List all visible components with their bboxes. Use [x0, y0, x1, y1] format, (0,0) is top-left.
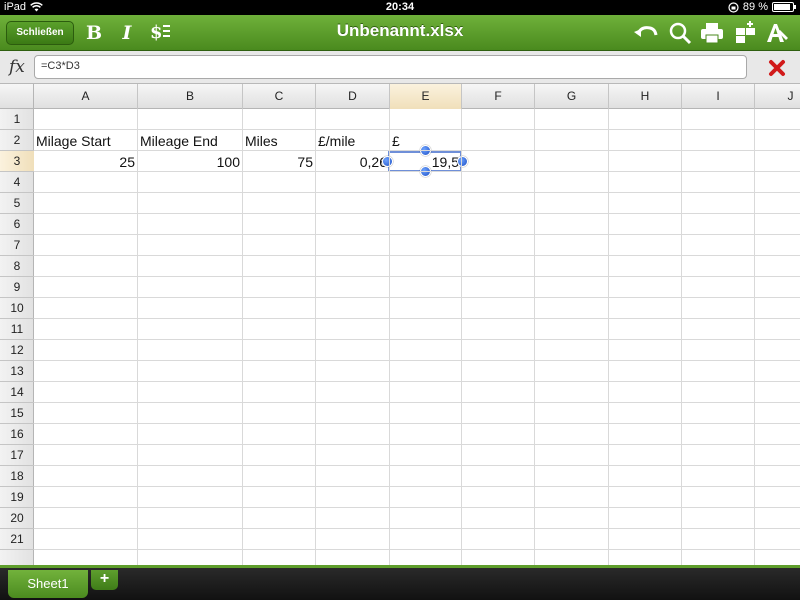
row-header-1[interactable]: 1 — [0, 109, 34, 130]
column-header-g[interactable]: G — [535, 84, 609, 109]
grid-line-horizontal — [34, 486, 800, 487]
row-header-2[interactable]: 2 — [0, 130, 34, 151]
row-header-10[interactable]: 10 — [0, 298, 34, 319]
undo-icon[interactable] — [633, 20, 659, 46]
sheet-tab-bar: Sheet1 + — [0, 565, 800, 600]
selection-handle-left[interactable] — [382, 156, 393, 167]
grid-line-horizontal — [34, 234, 800, 235]
column-header-c[interactable]: C — [243, 84, 316, 109]
rotation-lock-icon — [728, 1, 739, 13]
grid-line-horizontal — [34, 150, 800, 151]
grid-line-horizontal — [34, 507, 800, 508]
cell-c3[interactable]: 75 — [243, 151, 315, 172]
cell-b2[interactable]: Mileage End — [138, 130, 242, 151]
grid-line-horizontal — [34, 528, 800, 529]
grid-line-horizontal — [34, 360, 800, 361]
selection-handle-right[interactable] — [457, 156, 468, 167]
row-header-12[interactable]: 12 — [0, 340, 34, 361]
grid-line-horizontal — [34, 192, 800, 193]
battery-percent: 89 % — [742, 1, 768, 13]
grid-line-horizontal — [34, 444, 800, 445]
formula-bar: fx =C3*D3 — [0, 51, 800, 84]
battery-icon — [772, 2, 796, 12]
row-header-18[interactable]: 18 — [0, 466, 34, 487]
cancel-icon[interactable] — [768, 59, 786, 77]
row-header-4[interactable]: 4 — [0, 172, 34, 193]
row-header-17[interactable]: 17 — [0, 445, 34, 466]
row-header-3[interactable]: 3 — [0, 151, 34, 172]
grid-line-vertical — [137, 109, 138, 565]
cell-b3[interactable]: 100 — [138, 151, 242, 172]
print-icon[interactable] — [699, 20, 725, 46]
grid-line-vertical — [534, 109, 535, 565]
row-header-13[interactable]: 13 — [0, 361, 34, 382]
column-headers: ABCDEFGHIJ — [0, 84, 800, 109]
grid-line-horizontal — [34, 213, 800, 214]
grid-line-horizontal — [34, 129, 800, 130]
row-header-21[interactable]: 21 — [0, 529, 34, 550]
row-header-16[interactable]: 16 — [0, 424, 34, 445]
spreadsheet-grid: ABCDEFGHIJ 1 2 3 4 5 6 7 8 9 10 11 12 13 14 15 16 17 18 19… — [0, 84, 800, 565]
row-headers: 1 2 3 4 5 6 7 8 9 10 11 12 13 14 15 16 17 18 19 20 21 — [0, 109, 34, 565]
row-header-19[interactable]: 19 — [0, 487, 34, 508]
column-header-i[interactable]: I — [682, 84, 755, 109]
column-header-b[interactable]: B — [138, 84, 243, 109]
grid-line-horizontal — [34, 339, 800, 340]
column-header-e[interactable]: E — [390, 84, 462, 109]
toolbar: Schließen B I $ Unbenannt.xlsx — [0, 15, 800, 51]
row-header-14[interactable]: 14 — [0, 382, 34, 403]
sheet-tab-sheet1[interactable]: Sheet1 — [8, 570, 88, 598]
column-header-f[interactable]: F — [462, 84, 535, 109]
grid-line-horizontal — [34, 465, 800, 466]
formula-input[interactable]: =C3*D3 — [34, 55, 747, 79]
status-time: 20:34 — [385, 1, 415, 13]
cell-selection[interactable] — [382, 145, 468, 177]
search-icon[interactable] — [667, 20, 693, 46]
row-header-7[interactable]: 7 — [0, 235, 34, 256]
add-sheet-button[interactable]: + — [91, 570, 118, 590]
cell-d2[interactable]: £/mile — [316, 130, 389, 151]
row-header-11[interactable]: 11 — [0, 319, 34, 340]
grid-line-horizontal — [34, 381, 800, 382]
grid-line-vertical — [681, 109, 682, 565]
row-header-9[interactable]: 9 — [0, 277, 34, 298]
grid-line-horizontal — [34, 276, 800, 277]
cell-d3[interactable]: 0,26 — [316, 151, 389, 172]
insert-icon[interactable] — [733, 20, 759, 46]
grid-line-vertical — [242, 109, 243, 565]
format-icon[interactable] — [764, 20, 790, 46]
grid-line-vertical — [389, 109, 390, 565]
status-bar: iPad 20:34 89 % — [0, 0, 800, 15]
corner-cell[interactable] — [0, 84, 34, 109]
grid-line-vertical — [754, 109, 755, 565]
grid-line-horizontal — [34, 423, 800, 424]
row-header-8[interactable]: 8 — [0, 256, 34, 277]
row-header-15[interactable]: 15 — [0, 403, 34, 424]
column-header-h[interactable]: H — [609, 84, 682, 109]
cell-c2[interactable]: Miles — [243, 130, 315, 151]
grid-line-horizontal — [34, 297, 800, 298]
grid-line-horizontal — [34, 171, 800, 172]
column-header-j[interactable]: J — [755, 84, 800, 109]
grid-line-vertical — [461, 109, 462, 565]
row-header-20[interactable]: 20 — [0, 508, 34, 529]
row-header-6[interactable]: 6 — [0, 214, 34, 235]
column-header-d[interactable]: D — [316, 84, 390, 109]
column-header-a[interactable]: A — [34, 84, 138, 109]
cell-a2[interactable]: Milage Start — [34, 130, 137, 151]
function-icon: fx — [9, 57, 25, 77]
cell-a3[interactable]: 25 — [34, 151, 137, 172]
grid-line-horizontal — [34, 402, 800, 403]
row-header-5[interactable]: 5 — [0, 193, 34, 214]
grid-line-horizontal — [34, 549, 800, 550]
cell-area[interactable]: 19,5 0,26 75 100 25 £ £/mile Miles Mileage End Mi… — [34, 109, 800, 565]
grid-line-vertical — [315, 109, 316, 565]
grid-line-horizontal — [34, 255, 800, 256]
grid-line-horizontal — [34, 318, 800, 319]
grid-line-vertical — [608, 109, 609, 565]
